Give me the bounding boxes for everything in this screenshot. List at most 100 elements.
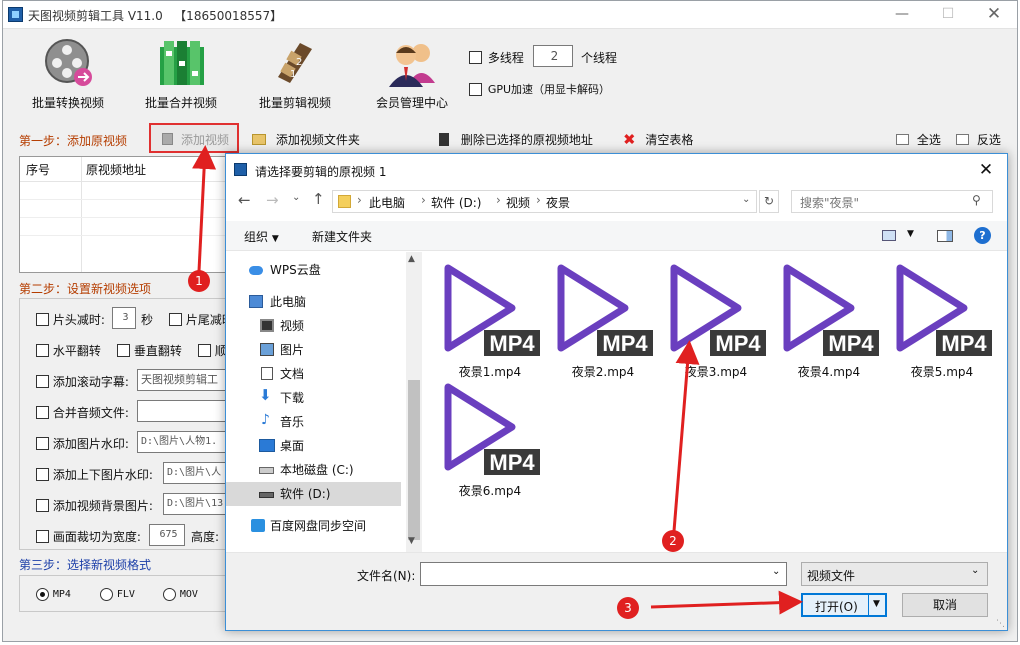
table-header-index[interactable]: 序号 (26, 161, 50, 178)
search-box[interactable]: 搜索"夜景" ⚲ (791, 190, 993, 213)
vflip-option[interactable]: 垂直翻转 (117, 342, 182, 359)
bg-image-input[interactable]: D:\图片\13 (163, 493, 229, 515)
crop-checkbox[interactable] (36, 530, 49, 543)
clockwise-checkbox[interactable] (198, 344, 211, 357)
file-item[interactable]: MP4 夜景5.mp4 (892, 260, 992, 380)
breadcrumb-drive-d[interactable]: 软件 (D:) (431, 194, 481, 211)
multithread-option[interactable]: 多线程 (469, 49, 524, 66)
nav-scrollbar[interactable]: ▲ ▼ (406, 252, 422, 552)
up-button[interactable]: ↑ (312, 190, 325, 208)
image-watermark-input[interactable]: D:\图片\人物1. (137, 431, 229, 453)
address-bar[interactable]: › 此电脑 › 软件 (D:) › 视频 › 夜景 ⌄ (332, 190, 757, 213)
format-mp4[interactable]: MP4 (36, 587, 71, 601)
scroll-caption-input[interactable]: 天图视频剪辑工 (137, 369, 229, 391)
breadcrumb-night[interactable]: 夜景 (546, 194, 570, 211)
scroll-thumb[interactable] (408, 380, 420, 540)
recent-dropdown-icon[interactable]: ⌄ (292, 192, 300, 203)
nav-baidu-sync[interactable]: 百度网盘同步空间 (226, 514, 401, 538)
resize-grip-icon[interactable]: ⋱ (996, 619, 1005, 629)
nav-wps-cloud[interactable]: WPS云盘 (226, 258, 401, 282)
vflip-checkbox[interactable] (117, 344, 130, 357)
bg-image-option[interactable]: 添加视频背景图片: (36, 497, 153, 514)
file-item[interactable]: MP4 夜景3.mp4 (666, 260, 766, 380)
filetype-select[interactable]: 视频文件 ⌄ (801, 562, 988, 586)
file-item[interactable]: MP4 夜景4.mp4 (779, 260, 879, 380)
nav-pictures[interactable]: 图片 (226, 338, 401, 362)
maximize-button[interactable]: ☐ (925, 1, 971, 29)
open-button[interactable]: 打开(O) ▼ (801, 593, 887, 617)
dialog-close-button[interactable]: ✕ (966, 156, 1006, 184)
scroll-up-icon[interactable]: ▲ (408, 254, 415, 264)
clear-table-button[interactable]: ✖ 清空表格 (623, 129, 693, 149)
nav-videos[interactable]: 视频 (226, 314, 401, 338)
search-icon[interactable]: ⚲ (972, 193, 981, 207)
scroll-caption-checkbox[interactable] (36, 375, 49, 388)
file-item[interactable]: MP4 夜景1.mp4 (440, 260, 540, 380)
file-item[interactable]: MP4 夜景2.mp4 (553, 260, 653, 380)
bg-image-checkbox[interactable] (36, 499, 49, 512)
merge-audio-input[interactable] (137, 400, 229, 422)
caret-down-icon[interactable]: ▼ (873, 599, 880, 609)
nav-this-pc[interactable]: 此电脑 (226, 290, 401, 314)
image-watermark-option[interactable]: 添加图片水印: (36, 435, 129, 452)
preview-pane-icon[interactable] (937, 230, 953, 242)
help-icon[interactable]: ? (974, 227, 991, 244)
select-all-button[interactable]: 全选 (896, 129, 941, 149)
format-flv[interactable]: FLV (100, 587, 135, 601)
format-mov[interactable]: MOV (163, 587, 198, 601)
nav-drive-c[interactable]: 本地磁盘 (C:) (226, 458, 401, 482)
refresh-button[interactable]: ↻ (759, 190, 779, 213)
forward-button[interactable]: → (266, 191, 279, 209)
batch-edit-tool[interactable]: 2 1 批量剪辑视频 (240, 31, 350, 115)
search-input[interactable]: 搜索"夜景" (800, 194, 859, 211)
nav-documents[interactable]: 文档 (226, 362, 401, 386)
format-mp4-radio[interactable] (36, 588, 49, 601)
scroll-down-icon[interactable]: ▼ (408, 536, 415, 546)
back-button[interactable]: ← (238, 191, 251, 209)
tb-watermark-option[interactable]: 添加上下图片水印: (36, 466, 153, 483)
scroll-caption-option[interactable]: 添加滚动字幕: (36, 373, 129, 390)
video-table[interactable]: 序号 原视频地址 (19, 156, 234, 273)
delete-selected-button[interactable]: 删除已选择的原视频地址 (439, 129, 593, 149)
nav-music[interactable]: ♪ 音乐 (226, 410, 401, 434)
gpu-checkbox[interactable] (469, 82, 482, 96)
file-item[interactable]: MP4 夜景6.mp4 (440, 379, 540, 499)
gpu-option[interactable]: GPU加速（用显卡解码） (469, 81, 610, 97)
breadcrumb-videos[interactable]: 视频 (506, 194, 530, 211)
close-button[interactable]: ✕ (971, 1, 1017, 29)
tail-cut-checkbox[interactable] (169, 313, 182, 326)
batch-merge-tool[interactable]: 批量合并视频 (126, 31, 236, 115)
filename-dropdown-icon[interactable]: ⌄ (772, 566, 780, 577)
head-cut-option[interactable]: 片头减时: (36, 311, 105, 328)
chevron-down-icon[interactable]: ⌄ (742, 194, 750, 205)
clockwise-option[interactable]: 顺 (198, 342, 227, 359)
tb-watermark-checkbox[interactable] (36, 468, 49, 481)
member-center-tool[interactable]: 会员管理中心 (357, 31, 467, 115)
hflip-checkbox[interactable] (36, 344, 49, 357)
crop-option[interactable]: 画面裁切为宽度: (36, 528, 141, 545)
tb-watermark-input[interactable]: D:\图片\人 (163, 462, 229, 484)
filename-input[interactable] (420, 562, 787, 586)
add-video-button[interactable]: 添加视频 (149, 123, 239, 153)
crop-width-input[interactable]: 675 (149, 524, 185, 546)
organize-menu[interactable]: 组织 ▼ (244, 228, 279, 245)
merge-audio-checkbox[interactable] (36, 406, 49, 419)
new-folder-button[interactable]: 新建文件夹 (312, 228, 372, 245)
table-header-path[interactable]: 原视频地址 (86, 161, 146, 178)
breadcrumb-this-pc[interactable]: 此电脑 (369, 194, 405, 211)
add-folder-button[interactable]: 添加视频文件夹 (252, 129, 360, 149)
cancel-button[interactable]: 取消 (902, 593, 988, 617)
image-watermark-checkbox[interactable] (36, 437, 49, 450)
merge-audio-option[interactable]: 合并音频文件: (36, 404, 129, 421)
view-options-icon[interactable] (882, 230, 896, 241)
caret-down-icon[interactable]: ▼ (907, 229, 914, 239)
head-cut-checkbox[interactable] (36, 313, 49, 326)
nav-drive-d[interactable]: 软件 (D:) (226, 482, 401, 506)
invert-button[interactable]: 反选 (956, 129, 1001, 149)
thread-count-input[interactable]: 2 (533, 45, 573, 67)
nav-downloads[interactable]: ⬇ 下载 (226, 386, 401, 410)
format-mov-radio[interactable] (163, 588, 176, 601)
minimize-button[interactable]: — (879, 1, 925, 29)
batch-convert-tool[interactable]: 批量转换视频 (13, 31, 123, 115)
hflip-option[interactable]: 水平翻转 (36, 342, 101, 359)
